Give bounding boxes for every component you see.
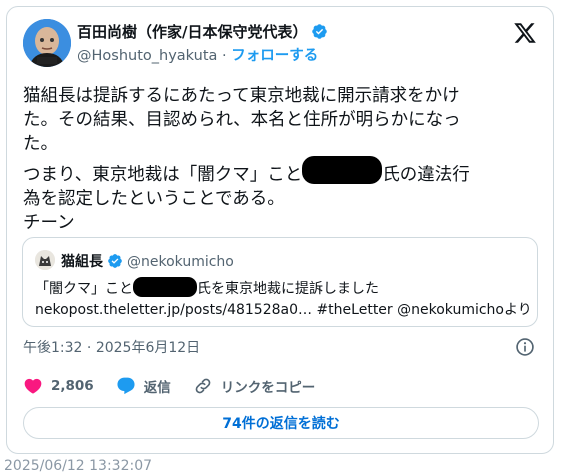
copy-link-label: リンクをコピー [220,380,316,396]
tweet-line: た。その結果、目認められ、本名と住所が明らかになっ [23,110,461,130]
author-name[interactable]: 百田尚樹（作家/日本保守党代表） [77,23,307,41]
follow-button[interactable]: フォローする [231,48,318,64]
quoted-author-avatar[interactable] [35,250,55,270]
tweet-time: 午後1:32 [23,340,83,356]
capture-timestamp: 2025/06/12 13:32:07 [4,458,153,474]
author-avatar[interactable] [23,19,71,67]
tweet-text-part: つまり、東京地裁は「闇クマ」こと [23,165,303,185]
tweet-date: 2025年6月12日 [95,340,201,356]
read-replies-button[interactable]: 74件の返信を読む [23,407,539,439]
tweet-text: 猫組長は提訴するにあたって東京地裁に開示請求をかけ た。その結果、目認められ、本… [23,84,541,235]
info-icon[interactable] [515,337,535,357]
tweet-card: 百田尚樹（作家/日本保守党代表） @Hoshuto_hyakuta · フォロー… [6,6,554,454]
quoted-name-row: 猫組長 @nekokumicho [61,251,234,271]
reply-label: 返信 [143,380,171,396]
meta-separator: · [86,340,92,356]
like-count: 2,806 [51,378,94,394]
quoted-author-name[interactable]: 猫組長 [61,254,103,270]
copy-link-button[interactable]: リンクをコピー [193,376,316,396]
quoted-tweet[interactable]: 猫組長 @nekokumicho 「闇クマ」こと 氏を東京地裁に提訴しました ne… [22,237,538,327]
author-name-row[interactable]: 百田尚樹（作家/日本保守党代表） [77,21,328,42]
quoted-text-part: 「闇クマ」こと [35,281,133,297]
quoted-author-handle: @nekokumicho [127,254,234,270]
tweet-line: チーン [23,213,75,233]
like-button[interactable]: 2,806 [23,376,94,396]
quoted-link-line[interactable]: nekopost.theletter.jp/posts/481528a0… #t… [35,300,532,321]
action-bar: 2,806 返信 リンクをコピー [23,375,337,397]
tweet-line: た。 [23,134,58,154]
tweet-line: 為を認定したということである。 [23,189,285,209]
redaction-mark [133,277,197,297]
reply-icon [117,377,135,395]
author-handle[interactable]: @Hoshuto_hyakuta [77,48,217,64]
quoted-line: 「闇クマ」こと 氏を東京地裁に提訴しました [35,277,532,300]
handle-separator: · [222,48,227,64]
quoted-text: 「闇クマ」こと 氏を東京地裁に提訴しました nekopost.theletter.… [35,277,532,321]
handle-row: @Hoshuto_hyakuta · フォローする [77,44,318,65]
heart-icon [24,378,42,394]
tweet-text-part: 氏の違法行 [382,165,470,185]
tweet-line: 猫組長は提訴するにあたって東京地裁に開示請求をかけ [23,86,460,106]
reply-button[interactable]: 返信 [116,376,171,396]
redaction-mark [302,156,383,184]
verified-badge-icon [108,254,122,268]
x-logo-icon[interactable] [513,21,537,45]
tweet-line: つまり、東京地裁は「闇クマ」こと 氏の違法行 [23,156,541,187]
quoted-text-part: 氏を東京地裁に提訴しました [197,281,379,297]
tweet-timestamp[interactable]: 午後1:32 · 2025年6月12日 [23,337,200,357]
link-icon [195,378,211,394]
verified-badge-icon [312,24,328,39]
